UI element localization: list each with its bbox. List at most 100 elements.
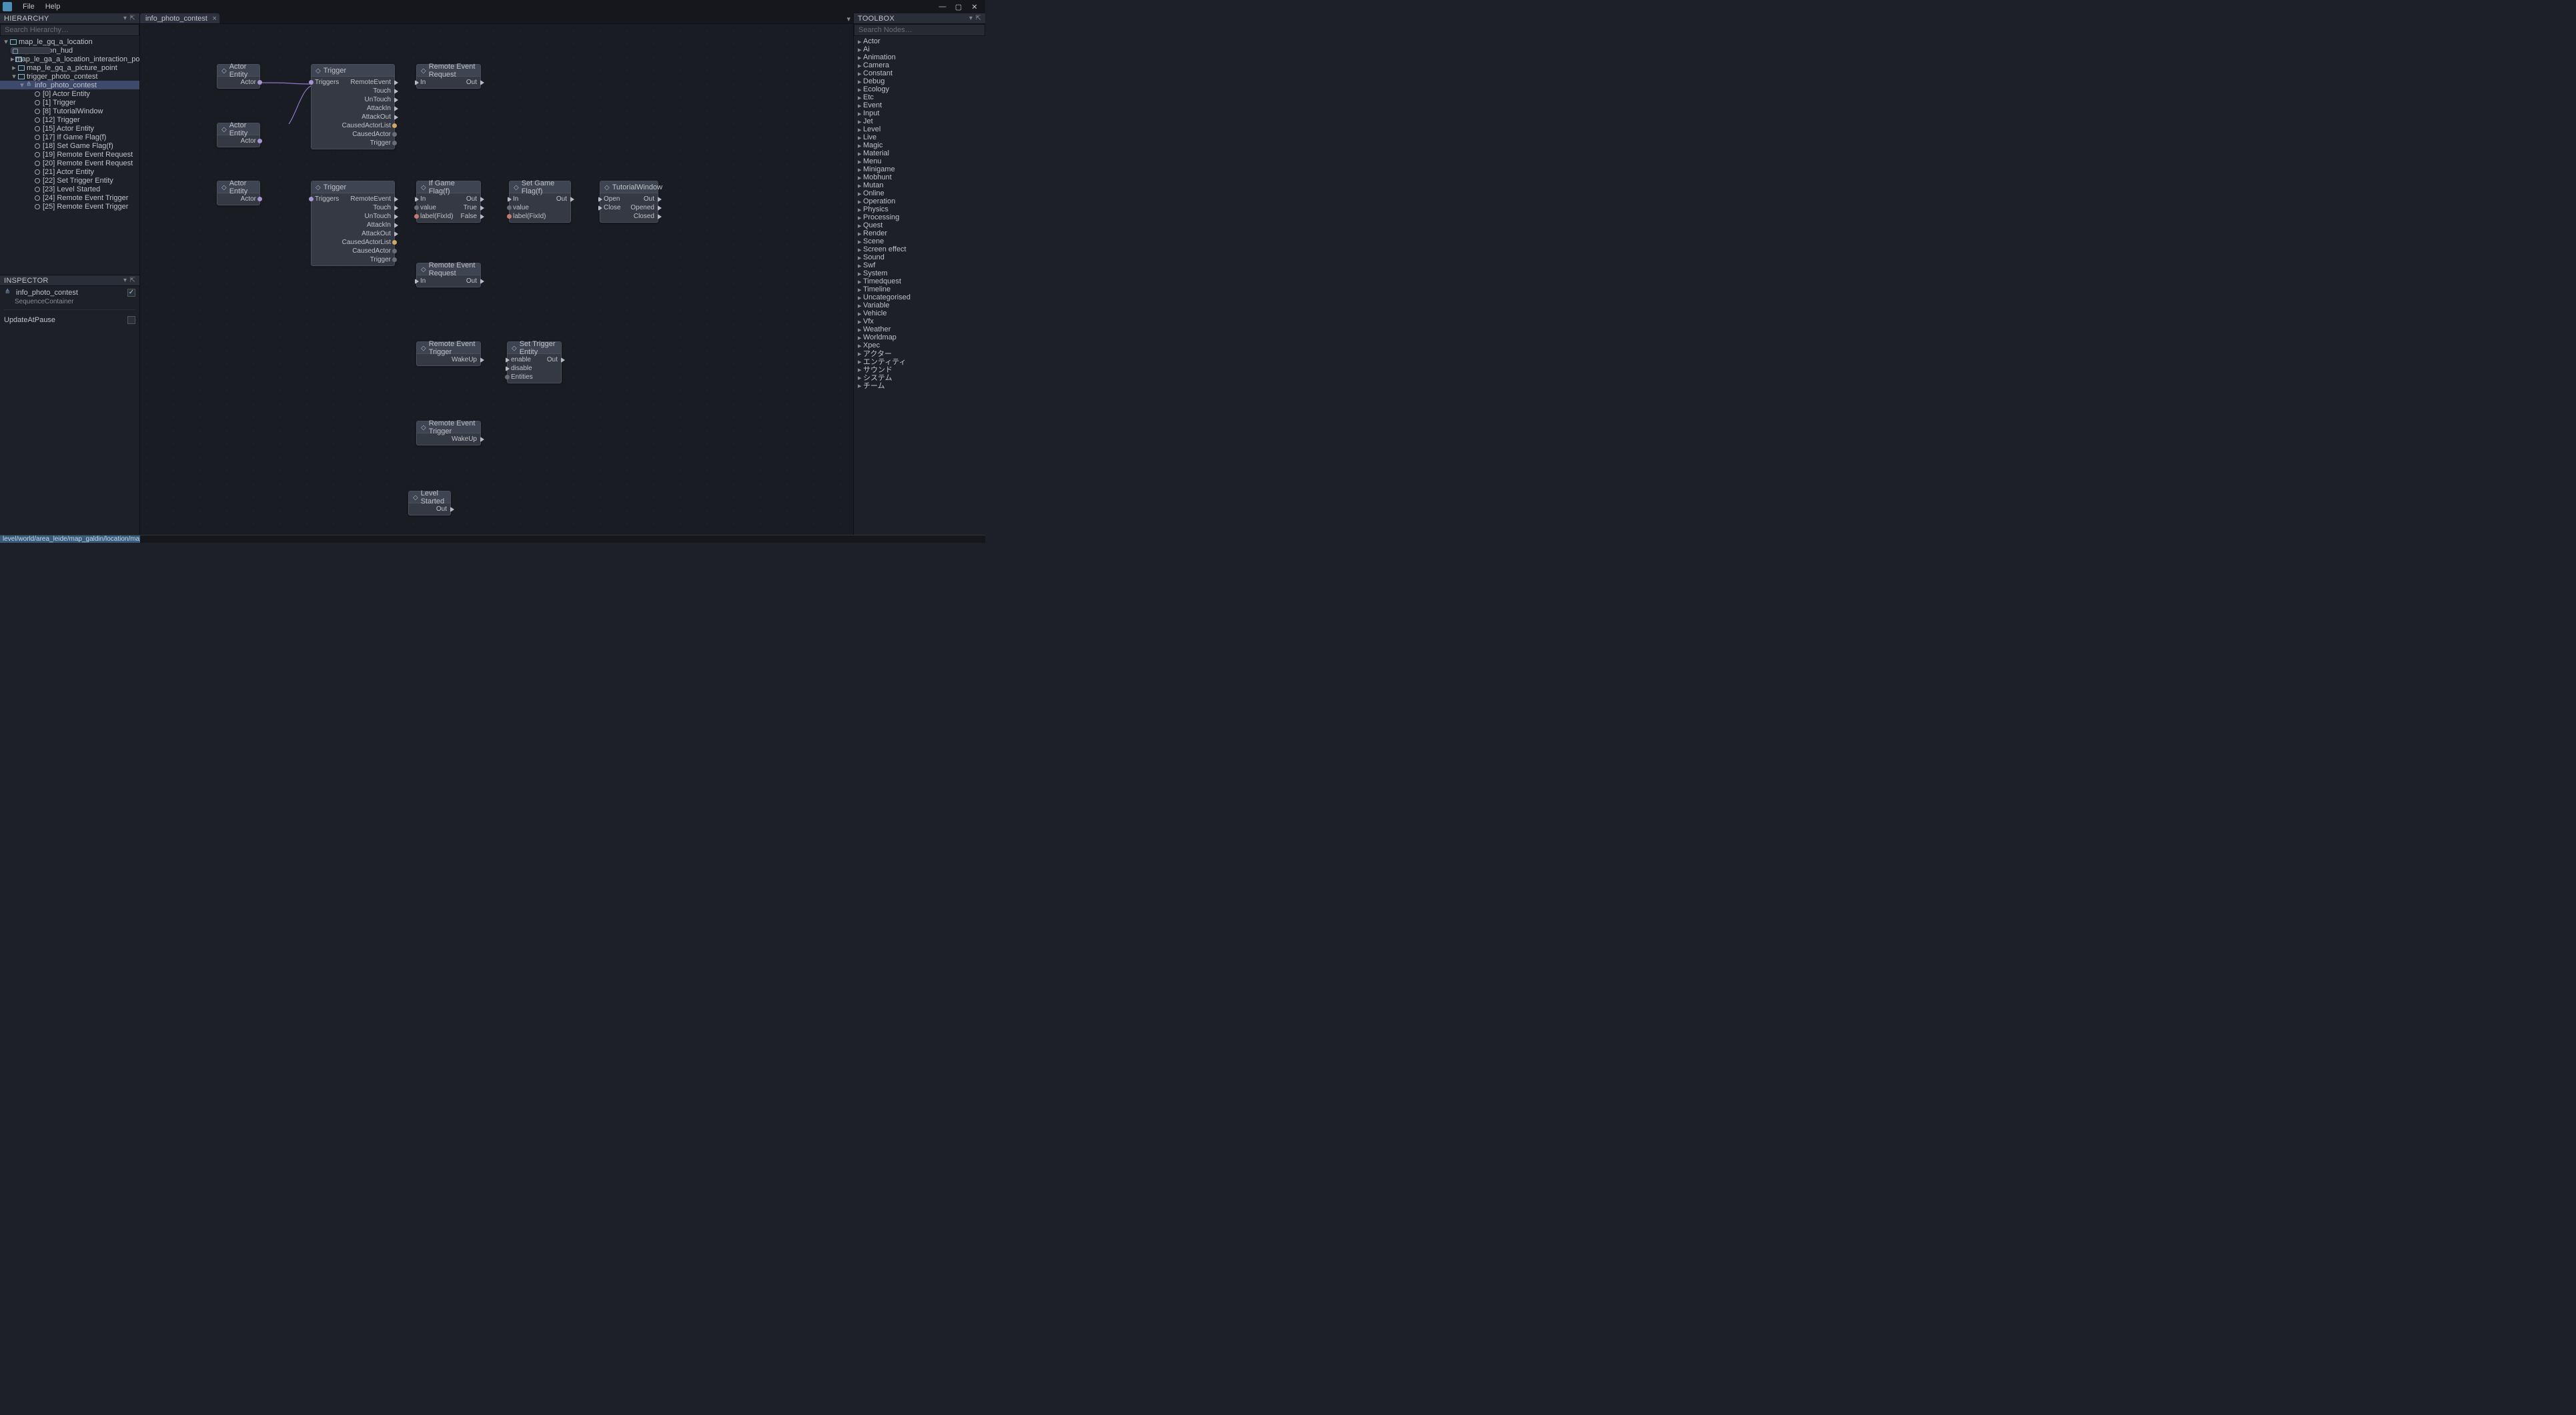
toolbox-category[interactable]: ▸Input [854,109,985,117]
port-untouch-out[interactable] [394,214,398,219]
node-remote-event-trigger[interactable]: Remote Event Trigger WakeUp [416,341,481,366]
port-remote-out[interactable] [394,197,398,202]
window-maximize-button[interactable]: ▢ [950,3,967,11]
hierarchy-item[interactable]: ▾info_photo_contest [0,81,139,89]
node-actor-entity[interactable]: Actor Entity Actor [217,64,260,89]
port-attackin-out[interactable] [394,106,398,111]
toolbox-category[interactable]: ▸Ai [854,45,985,53]
port-causedactorlist-out[interactable] [392,123,397,128]
toolbox-category[interactable]: ▸Menu [854,157,985,165]
port-out[interactable] [480,279,484,284]
hierarchy-item[interactable]: [24] Remote Event Trigger [0,193,139,202]
node-if-game-flag[interactable]: If Game Flag(f) InOut valueTrue label(Fi… [416,181,481,223]
toolbox-category[interactable]: ▸Magic [854,141,985,149]
hierarchy-item[interactable]: ▾map_le_gq_a_location [0,37,139,46]
toolbox-category[interactable]: ▸Online [854,189,985,197]
toolbox-category[interactable]: ▸Screen effect [854,245,985,253]
toolbox-category[interactable]: ▸Constant [854,69,985,77]
port-value-in[interactable] [414,205,419,210]
port-closed-out[interactable] [658,214,662,219]
hierarchy-item[interactable]: ▸map_le_ga_a_location_interaction_point [0,55,139,63]
toolbox-category[interactable]: ▸Vfx [854,317,985,325]
port-actor-out[interactable] [257,197,262,201]
node-trigger[interactable]: Trigger TriggersRemoteEvent Touch UnTouc… [311,181,395,266]
port-triggers-in[interactable] [309,80,313,85]
port-attackout-out[interactable] [394,115,398,120]
hierarchy-search-input[interactable] [1,25,139,35]
port-out[interactable] [450,507,454,512]
port-out[interactable] [480,197,484,202]
port-attackin-out[interactable] [394,223,398,228]
port-trigger-out[interactable] [392,141,397,145]
port-wakeup-out[interactable] [480,437,484,442]
panel-dropdown-icon[interactable]: ▾ [123,15,127,22]
port-wakeup-out[interactable] [480,357,484,363]
hierarchy-item[interactable]: [8] TutorialWindow [0,107,139,115]
port-actor-out[interactable] [257,139,262,143]
port-entities-in[interactable] [505,375,510,379]
toolbox-search[interactable] [854,24,985,36]
toolbox-category[interactable]: ▸Timedquest [854,277,985,285]
toolbox-category[interactable]: ▸Animation [854,53,985,61]
port-remote-out[interactable] [394,80,398,85]
port-causedactorlist-out[interactable] [392,240,397,245]
hierarchy-item[interactable]: [23] Level Started [0,185,139,193]
hierarchy-item[interactable]: [19] Remote Event Request [0,150,139,159]
toolbox-category[interactable]: ▸Mutan [854,181,985,189]
menu-help[interactable]: Help [40,3,66,11]
node-level-started[interactable]: Level Started Out [408,491,451,515]
port-out[interactable] [561,357,565,363]
toolbox-category[interactable]: ▸Jet [854,117,985,125]
toolbox-category[interactable]: ▸Worldmap [854,333,985,341]
port-in[interactable] [415,197,419,202]
node-tutorial-window[interactable]: TutorialWindow OpenOut CloseOpened Close… [600,181,658,223]
hierarchy-item[interactable]: [18] Set Game Flag(f) [0,141,139,150]
port-close-in[interactable] [598,205,602,211]
port-false-out[interactable] [480,214,484,219]
port-causedactor-out[interactable] [392,249,397,253]
inspector-updateatpause-checkbox[interactable] [127,316,135,324]
port-enable-in[interactable] [506,357,510,363]
tab-info-photo-contest[interactable]: info_photo_contest × [140,13,219,23]
tree-twisty-icon[interactable]: ▸ [11,55,15,63]
port-value-in[interactable] [507,205,512,210]
toolbox-category[interactable]: ▸Scene [854,237,985,245]
port-trigger-out[interactable] [392,257,397,262]
panel-dropdown-icon[interactable]: ▾ [123,277,127,284]
node-set-trigger-entity[interactable]: Set Trigger Entity enableOut disable Ent… [507,341,562,383]
toolbox-category[interactable]: ▸Physics [854,205,985,213]
hierarchy-item[interactable]: [22] Set Trigger Entity [0,176,139,185]
toolbox-category[interactable]: ▸Level [854,125,985,133]
hierarchy-tree[interactable]: ▾map_le_gq_a_locationUI_Location_hud▸map… [0,36,139,275]
hierarchy-item[interactable]: ▾trigger_photo_contest [0,72,139,81]
hierarchy-item[interactable]: ▸map_le_gq_a_picture_point [0,63,139,72]
toolbox-category[interactable]: ▸Weather [854,325,985,333]
window-minimize-button[interactable]: — [934,3,950,11]
hierarchy-item[interactable]: [0] Actor Entity [0,89,139,98]
port-disable-in[interactable] [506,366,510,371]
port-true-out[interactable] [480,205,484,211]
hierarchy-item[interactable]: [21] Actor Entity [0,167,139,176]
hierarchy-item[interactable]: [12] Trigger [0,115,139,124]
hierarchy-item[interactable]: [15] Actor Entity [0,124,139,133]
toolbox-category[interactable]: ▸Material [854,149,985,157]
toolbox-category[interactable]: ▸Render [854,229,985,237]
port-touch-out[interactable] [394,205,398,211]
toolbox-category[interactable]: ▸System [854,269,985,277]
toolbox-category[interactable]: ▸Quest [854,221,985,229]
toolbox-category[interactable]: ▸Minigame [854,165,985,173]
tab-close-icon[interactable]: × [213,15,217,23]
hierarchy-item[interactable]: [25] Remote Event Trigger [0,202,139,211]
panel-pin-icon[interactable]: ⇱ [129,277,135,284]
toolbox-category[interactable]: ▸Operation [854,197,985,205]
node-trigger[interactable]: Trigger TriggersRemoteEvent Touch UnTouc… [311,64,395,149]
tab-overflow-icon[interactable]: ▾ [846,15,850,23]
tree-twisty-icon[interactable]: ▾ [3,37,9,46]
toolbox-category[interactable]: ▸Swf [854,261,985,269]
toolbox-category[interactable]: ▸Timeline [854,285,985,293]
hierarchy-item[interactable]: [17] If Game Flag(f) [0,133,139,141]
panel-pin-icon[interactable]: ⇱ [975,15,981,22]
tree-twisty-icon[interactable]: ▾ [19,81,25,89]
toolbox-category[interactable]: ▸Processing [854,213,985,221]
port-in[interactable] [415,80,419,85]
